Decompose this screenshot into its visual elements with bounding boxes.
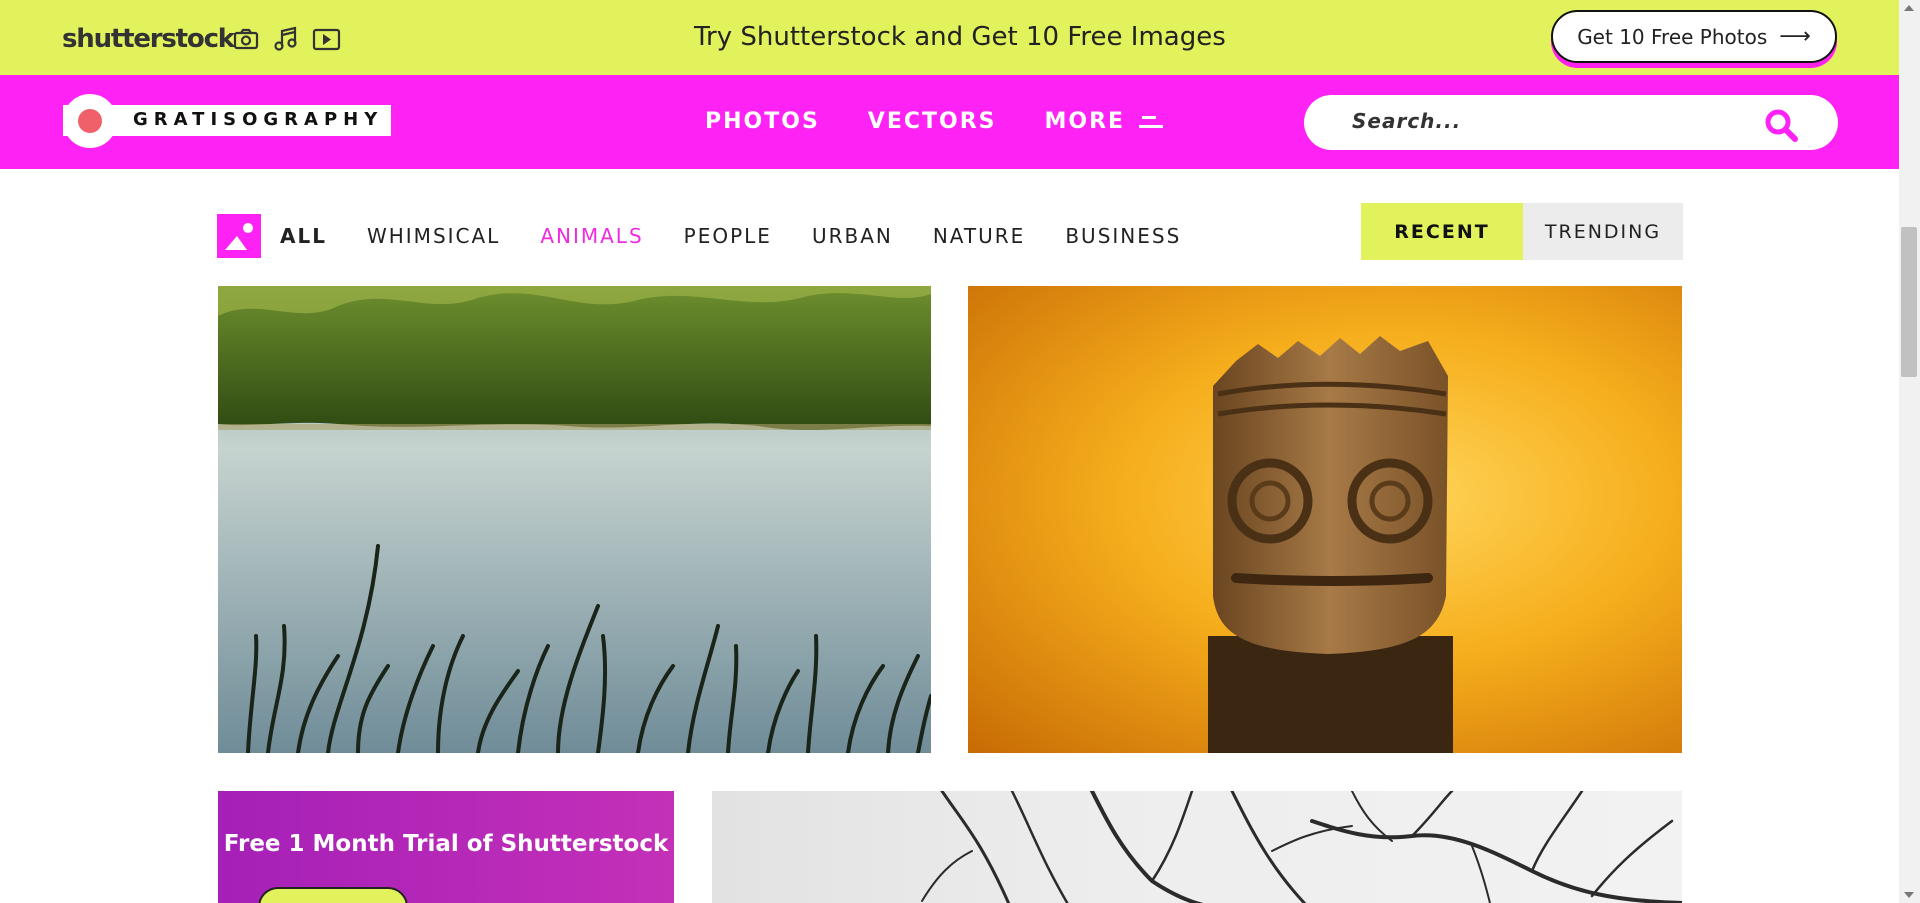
- scroll-up-icon[interactable]: [1904, 5, 1914, 11]
- page-scrollbar[interactable]: [1899, 0, 1920, 903]
- image-category-icon[interactable]: [217, 214, 261, 258]
- shutterstock-media-icons: [231, 24, 341, 54]
- nav-vectors[interactable]: VECTORS: [868, 109, 997, 134]
- music-note-icon[interactable]: [271, 24, 301, 54]
- filter-business[interactable]: BUSINESS: [1065, 224, 1181, 248]
- sort-recent-tab[interactable]: RECENT: [1361, 203, 1523, 260]
- menu-lines-icon: [1139, 114, 1164, 130]
- nav-photos-label: PHOTOS: [705, 109, 820, 134]
- get-free-photos-label: Get 10 Free Photos: [1577, 24, 1768, 49]
- shutterstock-trial-card[interactable]: Free 1 Month Trial of Shutterstock: [218, 791, 674, 903]
- shutterstock-promo-bar: shutterstock Try Shutterstock and Get 10…: [0, 0, 1899, 75]
- arrow-right-icon: ⟶: [1779, 24, 1811, 49]
- search-icon[interactable]: [1761, 105, 1801, 145]
- filter-whimsical[interactable]: WHIMSICAL: [367, 224, 500, 248]
- nav-more[interactable]: MORE: [1045, 109, 1164, 134]
- filter-all[interactable]: ALL: [280, 224, 327, 248]
- nav-photos[interactable]: PHOTOS: [705, 109, 820, 134]
- scroll-down-icon[interactable]: [1904, 892, 1914, 898]
- promo-tagline: Try Shutterstock and Get 10 Free Images: [694, 22, 1226, 52]
- category-list: ALL WHIMSICAL ANIMALS PEOPLE URBAN NATUR…: [280, 224, 1221, 248]
- filter-nature[interactable]: NATURE: [933, 224, 1025, 248]
- logo-dot-icon: [78, 109, 102, 133]
- category-filter-row: ALL WHIMSICAL ANIMALS PEOPLE URBAN NATUR…: [217, 203, 1683, 260]
- site-logo-text[interactable]: GRATISOGRAPHY: [133, 109, 383, 130]
- search-box: [1304, 95, 1838, 150]
- lake-photo-art: [218, 286, 931, 753]
- site-header: GRATISOGRAPHY PHOTOS VECTORS MORE: [0, 75, 1899, 169]
- nav-vectors-label: VECTORS: [867, 109, 997, 134]
- camera-icon[interactable]: [231, 24, 261, 54]
- trial-card-title: Free 1 Month Trial of Shutterstock: [223, 831, 669, 857]
- trial-card-button[interactable]: [258, 887, 408, 903]
- branches-photo-art: [921, 791, 1682, 903]
- filter-animals[interactable]: ANIMALS: [540, 224, 643, 248]
- tiki-photo-art: [1208, 336, 1453, 753]
- filter-urban[interactable]: URBAN: [812, 224, 893, 248]
- search-input[interactable]: [1352, 109, 1752, 133]
- photo-lake-reeds[interactable]: [218, 286, 931, 753]
- filter-people[interactable]: PEOPLE: [684, 224, 772, 248]
- nav-more-label: MORE: [1044, 109, 1126, 134]
- page: shutterstock Try Shutterstock and Get 10…: [0, 0, 1920, 903]
- video-play-icon[interactable]: [311, 24, 341, 54]
- main-nav: PHOTOS VECTORS MORE: [705, 109, 1164, 134]
- photo-wooden-tiki[interactable]: [968, 286, 1682, 753]
- shutterstock-logo[interactable]: shutterstock: [62, 24, 235, 54]
- sort-trending-tab[interactable]: TRENDING: [1523, 203, 1683, 260]
- photo-bare-branches[interactable]: [712, 791, 1682, 903]
- scroll-thumb[interactable]: [1901, 227, 1917, 377]
- get-free-photos-button[interactable]: Get 10 Free Photos ⟶: [1551, 10, 1837, 63]
